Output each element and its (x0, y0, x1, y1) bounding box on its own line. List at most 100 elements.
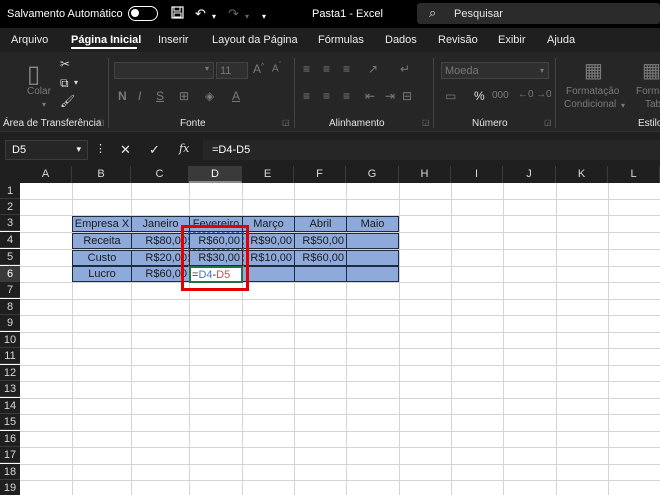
table-cell[interactable] (346, 233, 399, 249)
row-header-9[interactable]: 9 (0, 315, 20, 331)
align-center-icon[interactable]: ≡ (323, 89, 330, 103)
decrease-indent-icon[interactable]: ⇤ (365, 89, 375, 103)
col-header-h[interactable]: H (399, 166, 451, 183)
align-middle-icon[interactable]: ≡ (323, 62, 330, 76)
tab-revisao[interactable]: Revisão (438, 34, 478, 46)
row-header-12[interactable]: 12 (0, 365, 20, 381)
tab-inserir[interactable]: Inserir (158, 34, 189, 46)
row-header-5[interactable]: 5 (0, 249, 20, 265)
decrease-font-icon[interactable]: Aˇ (272, 62, 281, 74)
enter-icon[interactable]: ✓ (149, 142, 160, 158)
row-header-17[interactable]: 17 (0, 447, 20, 463)
row-header-11[interactable]: 11 (0, 348, 20, 364)
name-box[interactable]: D5 ▾ (5, 140, 88, 160)
cond-format-dropdown-icon[interactable]: ▾ (621, 101, 625, 110)
table-cell[interactable] (346, 250, 399, 266)
table-cell[interactable]: Receita (72, 233, 132, 249)
format-as-table-icon[interactable]: ▦ (642, 58, 660, 83)
row-header-3[interactable]: 3 (0, 215, 20, 231)
align-right-icon[interactable]: ≡ (343, 89, 350, 103)
col-header-i[interactable]: I (451, 166, 503, 183)
row-header-2[interactable]: 2 (0, 199, 20, 215)
table-label-1[interactable]: Formata (636, 86, 660, 97)
tab-formulas[interactable]: Fórmulas (318, 34, 364, 46)
align-bottom-icon[interactable]: ≡ (343, 62, 350, 76)
select-all-corner[interactable] (0, 166, 20, 183)
currency-icon[interactable]: ▭ (445, 89, 456, 103)
cond-format-label-2[interactable]: Condicional (564, 99, 616, 110)
table-cell[interactable]: Lucro (72, 266, 132, 282)
copy-icon[interactable]: ⧉ (60, 76, 69, 91)
cut-icon[interactable]: ✂ (60, 57, 70, 71)
borders-icon[interactable]: ⊞ (179, 89, 189, 103)
col-header-k[interactable]: K (556, 166, 608, 183)
col-header-f[interactable]: F (294, 166, 346, 183)
table-header-cell[interactable]: Março (242, 216, 295, 232)
table-cell[interactable]: R$10,00 (242, 250, 295, 266)
col-header-e[interactable]: E (242, 166, 294, 183)
row-header-6[interactable]: 6 (0, 266, 20, 282)
font-name-dropdown-icon[interactable]: ▾ (205, 64, 209, 73)
tab-arquivo[interactable]: Arquivo (11, 34, 48, 46)
row-header-1[interactable]: 1 (0, 183, 20, 199)
table-header-cell[interactable]: Empresa X (72, 216, 132, 232)
wrap-text-icon[interactable]: ↵ (400, 62, 410, 76)
underline-button[interactable]: S (156, 89, 164, 103)
number-format-box[interactable]: Moeda ▾ (441, 62, 549, 79)
col-header-l[interactable]: L (608, 166, 660, 183)
worksheet-grid[interactable]: A B C D E F G H I J K L 1 2 3 4 5 6 7 8 … (0, 166, 660, 495)
tab-pagina-inicial[interactable]: Página Inicial (71, 34, 141, 46)
col-header-b[interactable]: B (72, 166, 131, 183)
table-cell[interactable] (294, 266, 347, 282)
row-header-15[interactable]: 15 (0, 414, 20, 430)
paste-icon[interactable]: ▯ (27, 60, 40, 89)
col-header-d[interactable]: D (189, 166, 242, 183)
increase-indent-icon[interactable]: ⇥ (385, 89, 395, 103)
row-header-14[interactable]: 14 (0, 398, 20, 414)
autosave-toggle[interactable] (128, 6, 158, 21)
percent-button[interactable]: % (474, 89, 485, 103)
increase-font-icon[interactable]: A^ (253, 62, 264, 76)
table-cell[interactable]: R$60,00 (294, 250, 347, 266)
tab-exibir[interactable]: Exibir (498, 34, 526, 46)
table-header-cell[interactable]: Abril (294, 216, 347, 232)
customize-toolbar-icon[interactable]: ▾ (262, 9, 266, 24)
table-cell[interactable] (346, 266, 399, 282)
paste-label[interactable]: Colar (27, 86, 51, 97)
bold-button[interactable]: N (118, 89, 127, 103)
search-box[interactable]: ⌕ Pesquisar (417, 3, 660, 24)
table-cell[interactable]: Custo (72, 250, 132, 266)
table-cell[interactable]: R$50,00 (294, 233, 347, 249)
row-header-19[interactable]: 19 (0, 480, 20, 495)
row-header-18[interactable]: 18 (0, 464, 20, 480)
font-color-icon[interactable]: A (232, 89, 240, 103)
save-icon[interactable] (171, 6, 184, 22)
cond-format-label-1[interactable]: Formatação (566, 86, 619, 97)
col-header-a[interactable]: A (20, 166, 72, 183)
tab-layout-da-pagina[interactable]: Layout da Página (212, 34, 298, 46)
align-left-icon[interactable]: ≡ (303, 89, 310, 103)
col-header-j[interactable]: J (503, 166, 556, 183)
alignment-launcher-icon[interactable]: ◲ (422, 118, 430, 127)
thousands-button[interactable]: 000 (492, 90, 509, 101)
table-label-2[interactable]: Tab (645, 99, 660, 110)
formula-input[interactable]: =D4-D5 (203, 140, 660, 160)
font-name-box[interactable] (114, 62, 214, 79)
italic-button[interactable]: I (138, 89, 141, 103)
copy-dropdown-icon[interactable]: ▾ (74, 78, 78, 87)
col-header-c[interactable]: C (131, 166, 189, 183)
row-header-16[interactable]: 16 (0, 431, 20, 447)
tab-ajuda[interactable]: Ajuda (547, 34, 575, 46)
row-header-10[interactable]: 10 (0, 332, 20, 348)
number-launcher-icon[interactable]: ◲ (544, 118, 552, 127)
increase-decimal-icon[interactable]: ←0 (518, 89, 534, 100)
redo-icon[interactable]: ↷ (228, 6, 239, 21)
merge-center-icon[interactable]: ⊟ (402, 89, 412, 103)
font-size-box[interactable]: 11 (216, 62, 248, 79)
undo-dropdown-icon[interactable]: ▾ (212, 9, 216, 24)
decrease-decimal-icon[interactable]: →0 (536, 89, 552, 100)
table-cell[interactable] (242, 266, 295, 282)
row-header-8[interactable]: 8 (0, 299, 20, 315)
row-header-7[interactable]: 7 (0, 282, 20, 298)
insert-function-button[interactable]: fx (179, 142, 189, 155)
